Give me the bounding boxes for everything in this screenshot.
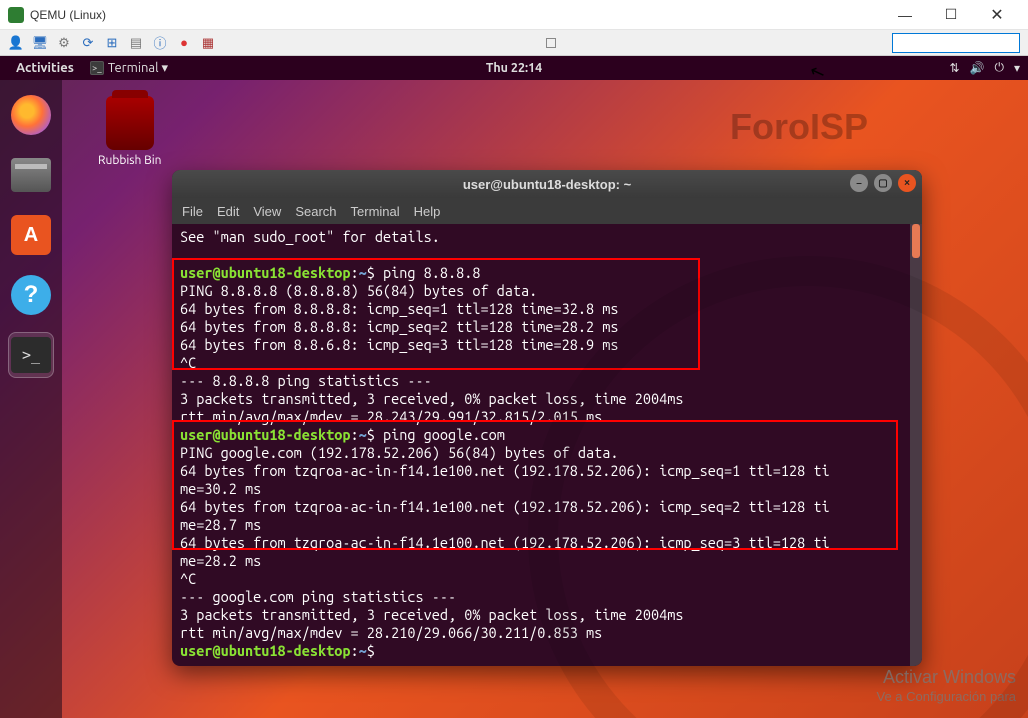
host-maximize-button[interactable]: ☐ <box>928 0 974 30</box>
toolbar-icon-doc[interactable]: ▤ <box>128 35 144 51</box>
qemu-app-icon <box>8 7 24 23</box>
terminal-line: rtt min/avg/max/mdev = 28.210/29.066/30.… <box>180 624 914 642</box>
menu-help[interactable]: Help <box>414 204 441 219</box>
terminal-line: See "man sudo_root" for details. <box>180 228 914 246</box>
terminal-output[interactable]: See "man sudo_root" for details. user@ub… <box>172 224 922 666</box>
power-icon[interactable]: ⏻ <box>994 61 1004 75</box>
terminal-line: PING google.com (192.178.52.206) 56(84) … <box>180 444 914 462</box>
terminal-line: --- 8.8.8.8 ping statistics --- <box>180 372 914 390</box>
qemu-toolbar: 👤 🖥 ⚙ ⟳ ⊞ ▤ ⓘ ● ▦ <box>0 30 1028 56</box>
watermark-line2: Ve a Configuración para <box>877 689 1016 706</box>
terminal-line: user@ubuntu18-desktop:~$ ping 8.8.8.8 <box>180 264 914 282</box>
dock-software[interactable]: A <box>8 212 54 258</box>
dock-help[interactable]: ? <box>8 272 54 318</box>
help-icon: ? <box>11 275 51 315</box>
gnome-topbar: Activities >_ Terminal ▾ Thu 22:14 ⇅ 🔊 ⏻… <box>0 56 1028 80</box>
dock-terminal[interactable]: >_ <box>8 332 54 378</box>
toolbar-icon-clipboard[interactable]: ▦ <box>200 35 216 51</box>
terminal-line: me=28.7 ms <box>180 516 914 534</box>
scrollbar-thumb[interactable] <box>912 224 920 258</box>
app-menu-label: Terminal ▾ <box>108 61 168 76</box>
terminal-line: ^C <box>180 354 914 372</box>
firefox-icon <box>11 95 51 135</box>
ubuntu-dock: A ? >_ <box>0 80 62 718</box>
toolbar-icon-monitor[interactable]: 🖥 <box>32 35 48 51</box>
rubbish-bin-label: Rubbish Bin <box>98 154 161 167</box>
terminal-line: 64 bytes from 8.8.8.8: icmp_seq=2 ttl=12… <box>180 318 914 336</box>
toolbar-icon-info[interactable]: ⓘ <box>152 35 168 51</box>
terminal-line: user@ubuntu18-desktop:~$ ping google.com <box>180 426 914 444</box>
watermark-line1: Activar Windows <box>877 666 1016 689</box>
app-menu[interactable]: >_ Terminal ▾ <box>82 61 176 76</box>
windows-activation-watermark: Activar Windows Ve a Configuración para <box>877 666 1016 706</box>
host-minimize-button[interactable]: — <box>882 0 928 30</box>
trash-icon <box>106 96 154 150</box>
terminal-line: 64 bytes from tzqroa-ac-in-f14.1e100.net… <box>180 534 914 552</box>
ubuntu-desktop: Activities >_ Terminal ▾ Thu 22:14 ⇅ 🔊 ⏻… <box>0 56 1028 718</box>
terminal-line: 3 packets transmitted, 3 received, 0% pa… <box>180 390 914 408</box>
menu-file[interactable]: File <box>182 204 203 219</box>
terminal-title: user@ubuntu18-desktop: ~ <box>463 177 631 192</box>
terminal-line: ^C <box>180 570 914 588</box>
menu-view[interactable]: View <box>253 204 281 219</box>
toolbar-icon-refresh[interactable]: ⟳ <box>80 35 96 51</box>
host-close-button[interactable]: ✕ <box>974 0 1020 30</box>
menu-search[interactable]: Search <box>295 204 336 219</box>
terminal-scrollbar[interactable] <box>910 224 922 666</box>
dock-firefox[interactable] <box>8 92 54 138</box>
terminal-line: user@ubuntu18-desktop:~$ <box>180 642 914 660</box>
rubbish-bin[interactable]: Rubbish Bin <box>98 96 161 167</box>
terminal-line: PING 8.8.8.8 (8.8.8.8) 56(84) bytes of d… <box>180 282 914 300</box>
terminal-dock-icon: >_ <box>11 337 51 373</box>
terminal-line: 64 bytes from tzqroa-ac-in-f14.1e100.net… <box>180 462 914 480</box>
menu-edit[interactable]: Edit <box>217 204 239 219</box>
terminal-line: 3 packets transmitted, 3 received, 0% pa… <box>180 606 914 624</box>
toolbar-icon-user[interactable]: 👤 <box>8 35 24 51</box>
dropdown-icon[interactable]: ▾ <box>1014 61 1020 75</box>
network-icon[interactable]: ⇅ <box>949 61 959 75</box>
dock-files[interactable] <box>8 152 54 198</box>
terminal-line: me=30.2 ms <box>180 480 914 498</box>
terminal-minimize-button[interactable]: – <box>850 174 868 192</box>
terminal-line: me=28.2 ms <box>180 552 914 570</box>
clock[interactable]: Thu 22:14 <box>486 61 542 75</box>
qemu-titlebar: QEMU (Linux) — ☐ ✕ <box>0 0 1028 30</box>
toolbar-icon-stop[interactable]: ● <box>176 35 192 51</box>
toolbar-icon-gear[interactable]: ⚙ <box>56 35 72 51</box>
terminal-line: 64 bytes from tzqroa-ac-in-f14.1e100.net… <box>180 498 914 516</box>
terminal-window: user@ubuntu18-desktop: ~ – ▢ × File Edit… <box>172 170 922 666</box>
menu-terminal[interactable]: Terminal <box>351 204 400 219</box>
terminal-line: rtt min/avg/max/mdev = 28.243/29.991/32.… <box>180 408 914 426</box>
volume-icon[interactable]: 🔊 <box>970 61 985 75</box>
toolbar-icon-windows[interactable]: ⊞ <box>104 35 120 51</box>
terminal-line: --- google.com ping statistics --- <box>180 588 914 606</box>
terminal-icon: >_ <box>90 61 104 75</box>
terminal-close-button[interactable]: × <box>898 174 916 192</box>
qemu-search-input[interactable] <box>892 33 1020 53</box>
foroisp-watermark: ForoISP <box>730 106 868 148</box>
qemu-title: QEMU (Linux) <box>30 8 882 22</box>
terminal-line: 64 bytes from 8.8.8.8: icmp_seq=1 ttl=12… <box>180 300 914 318</box>
terminal-maximize-button[interactable]: ▢ <box>874 174 892 192</box>
terminal-titlebar[interactable]: user@ubuntu18-desktop: ~ – ▢ × <box>172 170 922 198</box>
software-icon: A <box>11 215 51 255</box>
toolbar-icon-box[interactable] <box>546 38 556 48</box>
terminal-menubar: File Edit View Search Terminal Help <box>172 198 922 224</box>
files-icon <box>11 158 51 192</box>
activities-button[interactable]: Activities <box>8 61 82 75</box>
terminal-line: 64 bytes from 8.8.6.8: icmp_seq=3 ttl=12… <box>180 336 914 354</box>
terminal-line <box>180 246 914 264</box>
